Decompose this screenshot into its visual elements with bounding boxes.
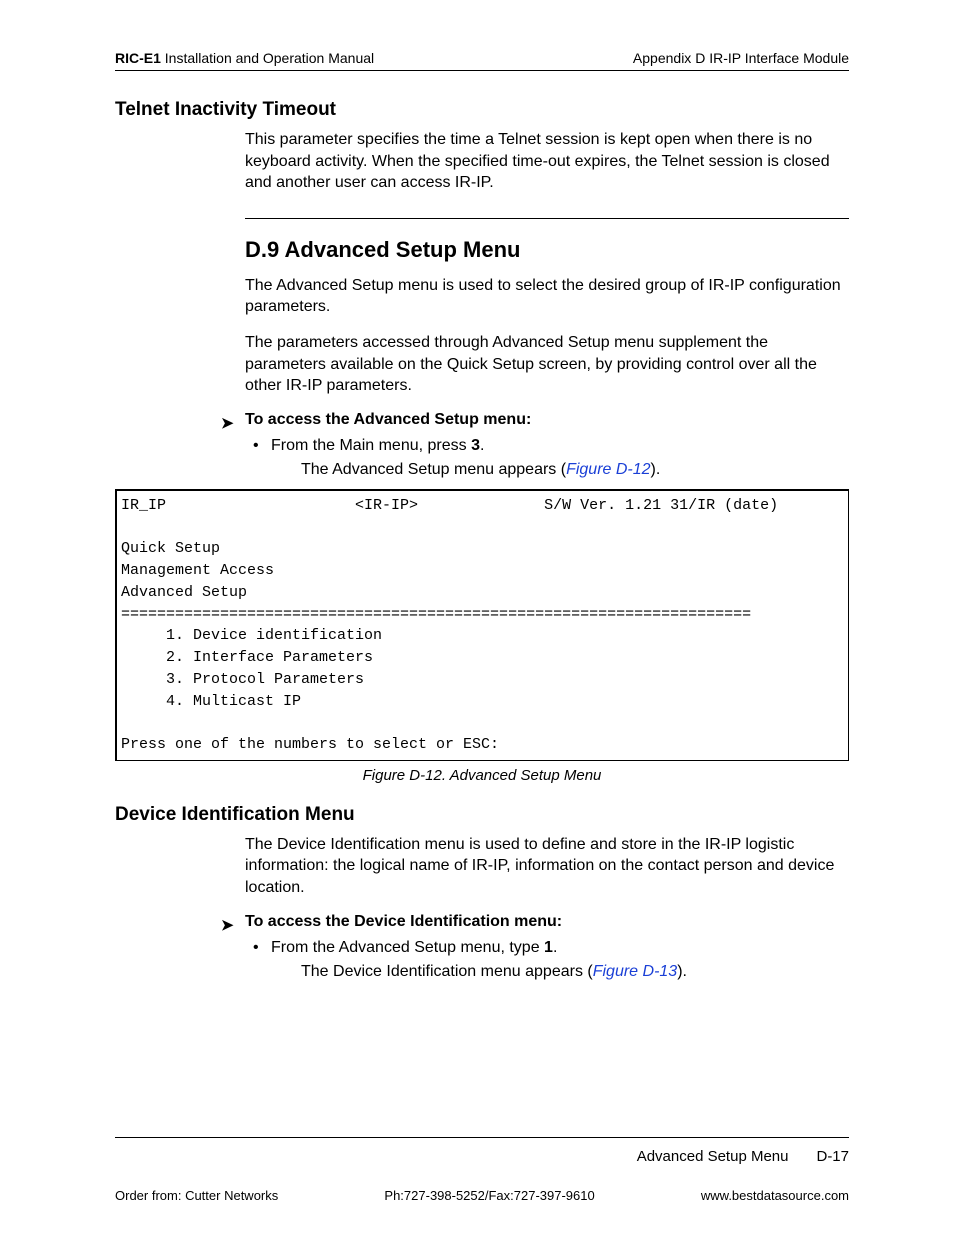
procedure-title-advanced: ➤ To access the Advanced Setup menu:	[245, 411, 849, 429]
section-divider	[245, 218, 849, 219]
para-d9-2: The parameters accessed through Advanced…	[245, 332, 849, 397]
figure-caption-d12: Figure D-12. Advanced Setup Menu	[115, 767, 849, 784]
header-left: RIC-E1 Installation and Operation Manual	[115, 50, 374, 66]
footer-phone: Ph:727-398-5252/Fax:727-397-9610	[384, 1188, 594, 1203]
bullet-icon: •	[253, 939, 259, 957]
footer-section-label: Advanced Setup Menu	[637, 1148, 789, 1165]
result-devid-appears: The Device Identification menu appears (…	[301, 963, 849, 981]
link-figure-d12[interactable]: Figure D-12	[566, 461, 650, 478]
terminal-screenshot: IR_IP <IR-IP> S/W Ver. 1.21 31/IR (date)…	[115, 489, 849, 761]
para-telnet-body: This parameter specifies the time a Teln…	[245, 129, 849, 194]
footer-order-from: Order from: Cutter Networks	[115, 1188, 278, 1203]
arrow-icon: ➤	[221, 916, 234, 934]
procedure-title-devid: ➤ To access the Device Identification me…	[245, 913, 849, 931]
header-right: Appendix D IR-IP Interface Module	[633, 50, 849, 66]
footer-url: www.bestdatasource.com	[701, 1188, 849, 1203]
heading-d9: D.9 Advanced Setup Menu	[245, 237, 849, 263]
arrow-icon: ➤	[221, 414, 234, 432]
footer-order-line: Order from: Cutter Networks Ph:727-398-5…	[115, 1188, 849, 1203]
link-figure-d13[interactable]: Figure D-13	[593, 963, 677, 980]
heading-device-id: Device Identification Menu	[115, 804, 849, 826]
page-header: RIC-E1 Installation and Operation Manual…	[115, 50, 849, 71]
bullet-type-1: • From the Advanced Setup menu, type 1.	[271, 939, 849, 957]
para-devid-body: The Device Identification menu is used t…	[245, 834, 849, 899]
para-d9-1: The Advanced Setup menu is used to selec…	[245, 275, 849, 318]
footer-page-number: D-17	[816, 1148, 849, 1165]
footer-section: Advanced Setup Menu D-17	[115, 1137, 849, 1165]
heading-telnet-timeout: Telnet Inactivity Timeout	[115, 99, 849, 121]
bullet-icon: •	[253, 437, 259, 455]
bullet-press-3: • From the Main menu, press 3.	[271, 437, 849, 455]
result-advanced-appears: The Advanced Setup menu appears (Figure …	[301, 461, 849, 479]
